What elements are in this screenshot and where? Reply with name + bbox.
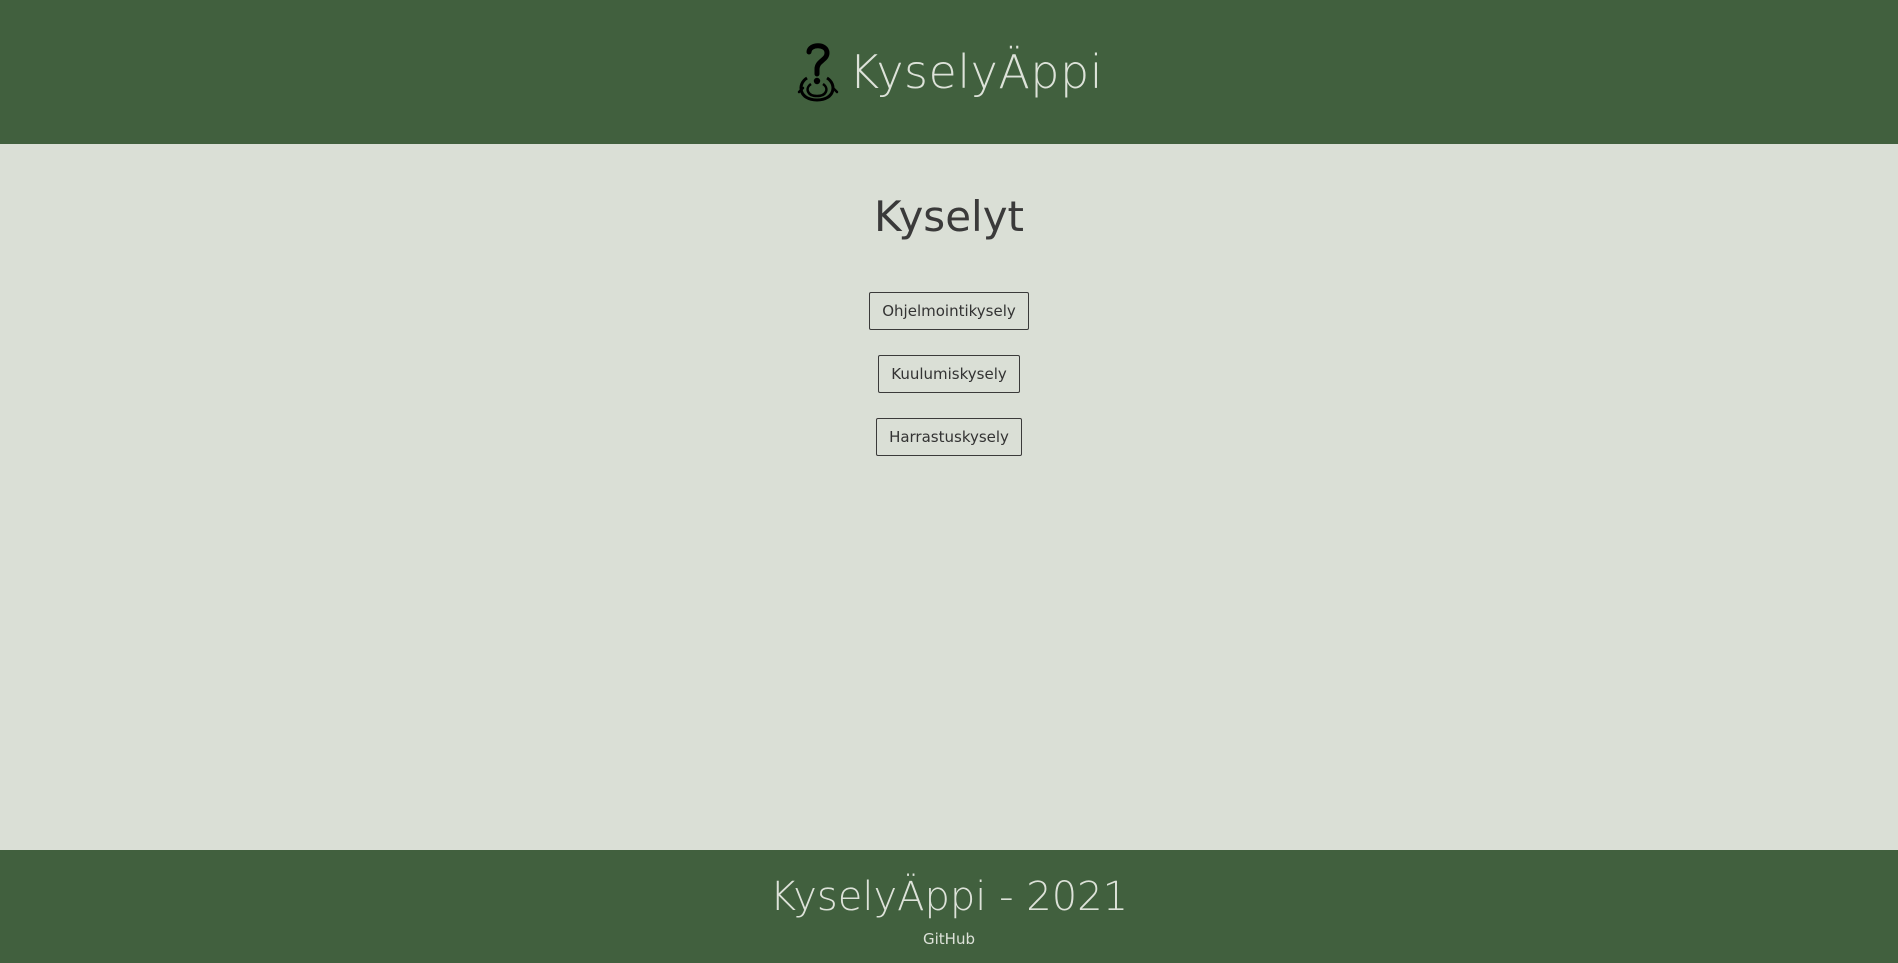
footer-title: KyselyÄppi - 2021: [769, 874, 1129, 920]
main-content: Kyselyt Ohjelmointikysely Kuulumiskysely…: [0, 144, 1898, 850]
survey-button-kuulumiskysely[interactable]: Kuulumiskysely: [878, 355, 1020, 393]
survey-button-harrastuskysely[interactable]: Harrastuskysely: [876, 418, 1022, 456]
page-title: Kyselyt: [873, 192, 1025, 241]
site-footer: KyselyÄppi - 2021 GitHub: [0, 850, 1898, 963]
survey-button-ohjelmointikysely[interactable]: Ohjelmointikysely: [869, 292, 1029, 330]
site-header: KyselyÄppi: [0, 0, 1898, 144]
brand[interactable]: KyselyÄppi: [795, 40, 1103, 104]
question-mark-hook-icon: [795, 40, 841, 104]
site-title: KyselyÄppi: [849, 45, 1103, 99]
github-link[interactable]: GitHub: [923, 930, 975, 948]
survey-list: Ohjelmointikysely Kuulumiskysely Harrast…: [0, 292, 1898, 456]
